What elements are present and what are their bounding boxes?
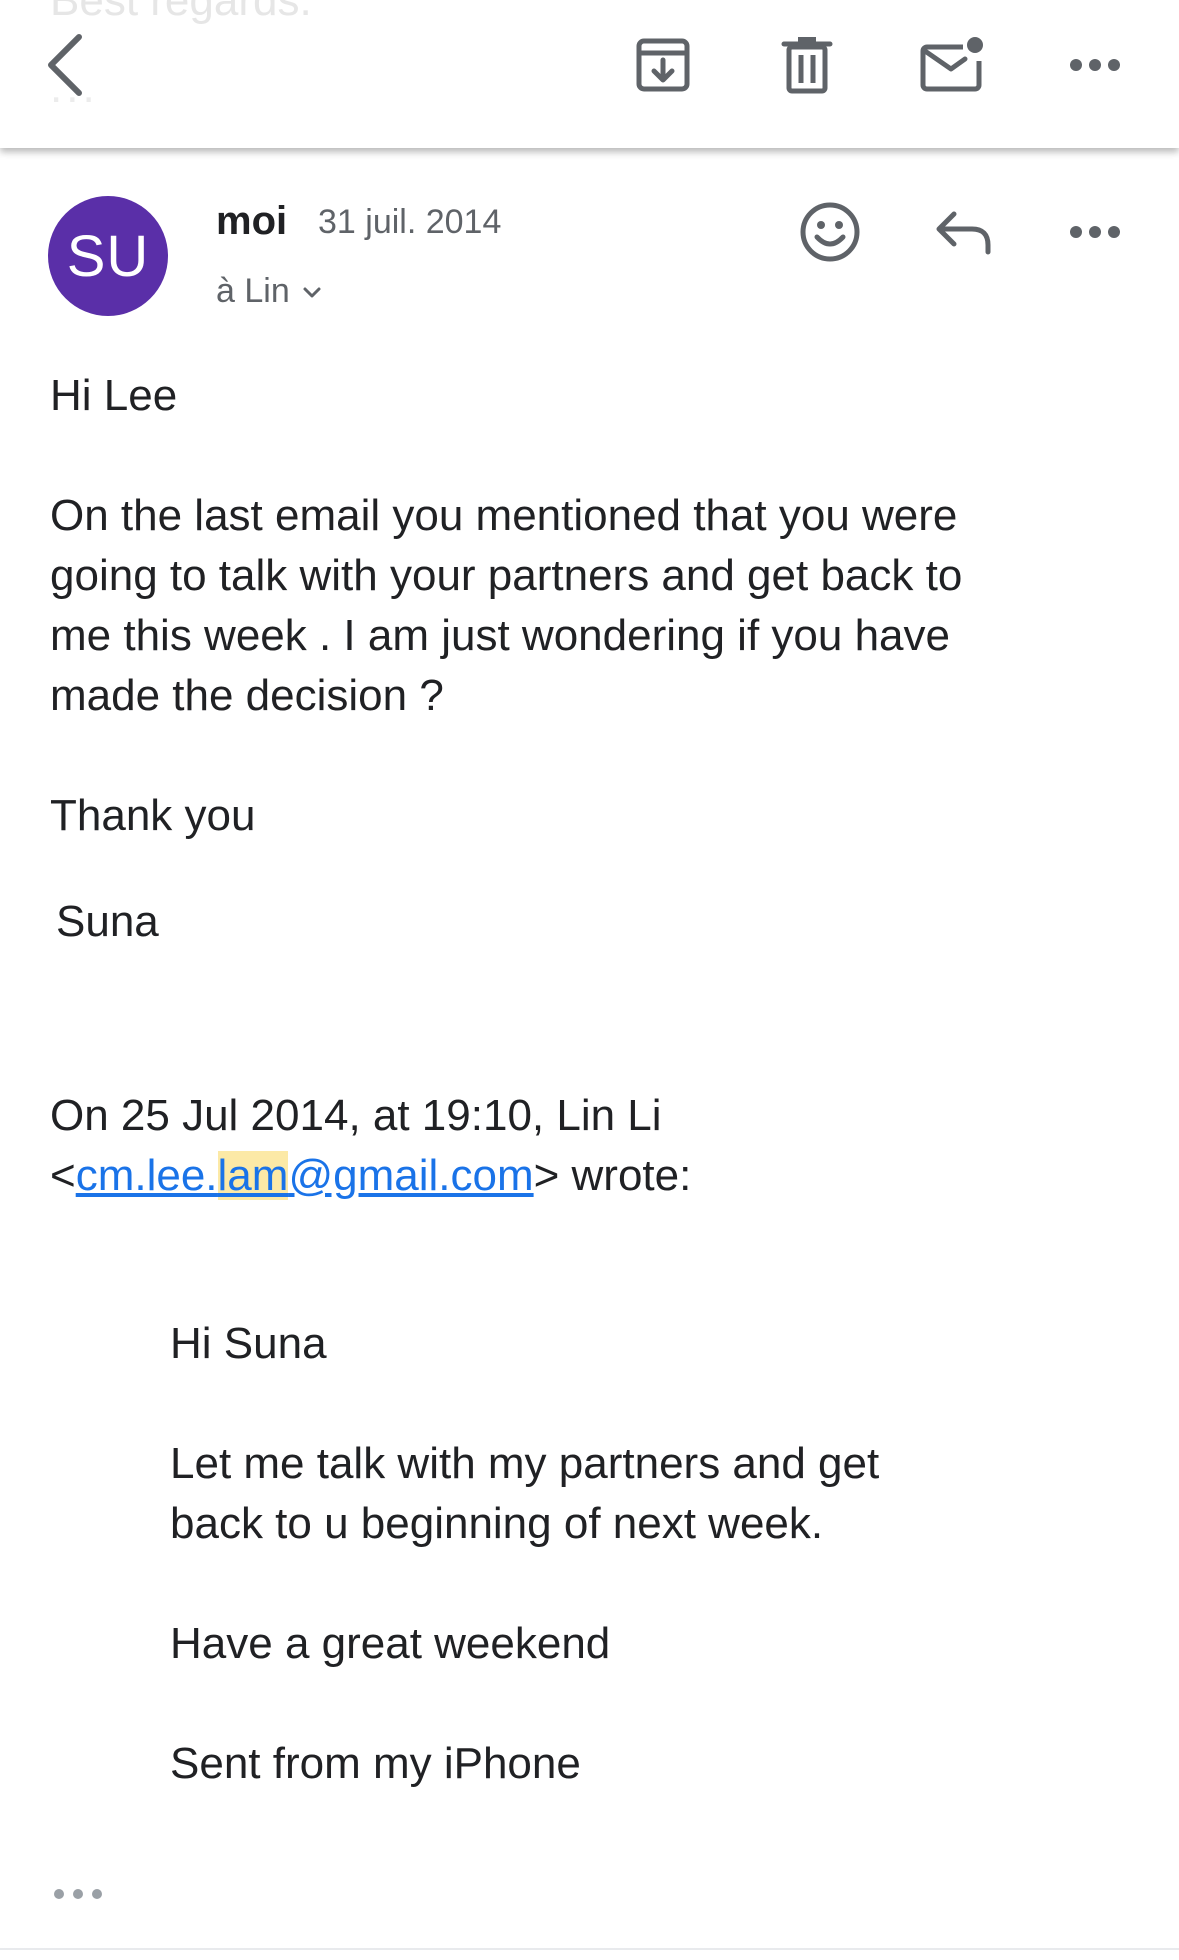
body-paragraph-line: going to talk with your partners and get… — [50, 551, 963, 600]
quote-wrote-label: > wrote: — [533, 1151, 692, 1200]
trash-icon — [781, 37, 833, 94]
quote-header: On 25 Jul 2014, at 19:10, Lin Li <cm.lee… — [50, 1086, 691, 1206]
email-part: @gmail.com — [288, 1151, 534, 1200]
back-button[interactable] — [30, 20, 100, 110]
quoted-paragraph-line: Let me talk with my partners and get — [170, 1439, 880, 1488]
show-trimmed-content-button[interactable] — [48, 1876, 108, 1912]
quoted-greeting: Hi Suna — [170, 1319, 327, 1368]
chevron-left-icon — [48, 34, 82, 96]
body-thanks: Thank you — [50, 791, 256, 840]
reply-icon — [936, 211, 991, 255]
body-paragraph-line: On the last email you mentioned that you… — [50, 491, 958, 540]
body-signature: Suna — [56, 897, 159, 946]
body-paragraph-line: made the decision ? — [50, 671, 444, 720]
quote-header-email-line: <cm.lee.lam@gmail.com> wrote: — [50, 1146, 691, 1206]
reply-button[interactable] — [922, 192, 1006, 272]
smiley-icon — [800, 202, 860, 262]
mark-unread-button[interactable] — [908, 22, 998, 108]
body-greeting: Hi Lee — [50, 371, 178, 420]
body-paragraph-line: me this week . I am just wondering if yo… — [50, 611, 950, 660]
more-horizontal-icon — [54, 1889, 102, 1899]
divider — [0, 1948, 1179, 1950]
sender-avatar[interactable]: SU — [48, 196, 168, 316]
quoted-paragraph: Let me talk with my partners and get bac… — [170, 1434, 879, 1554]
more-horizontal-icon — [1070, 59, 1120, 71]
mark-unread-icon — [920, 37, 983, 92]
delete-button[interactable] — [766, 22, 848, 108]
message-more-button[interactable] — [1054, 192, 1136, 272]
quoted-weekend: Have a great weekend — [170, 1619, 611, 1668]
email-part: cm.lee. — [75, 1151, 218, 1200]
toolbar-more-button[interactable] — [1054, 22, 1136, 108]
quote-open-bracket: < — [50, 1151, 76, 1200]
message-date: 31 juil. 2014 — [318, 203, 502, 241]
more-horizontal-icon — [1070, 226, 1120, 238]
sender-name: moi — [216, 199, 288, 243]
add-reaction-button[interactable] — [790, 192, 870, 272]
archive-icon — [636, 38, 690, 92]
quoted-paragraph-line: back to u beginning of next week. — [170, 1499, 824, 1548]
chevron-down-icon — [303, 287, 321, 298]
body-paragraph: On the last email you mentioned that you… — [50, 486, 962, 726]
recipients-toggle[interactable]: à Lin — [216, 268, 322, 314]
archive-button[interactable] — [622, 22, 704, 108]
sender-email-link[interactable]: cm.lee.lam@gmail.com — [76, 1151, 534, 1200]
top-toolbar: Best regards. ... — [0, 0, 1179, 148]
recipients-label: à Lin — [216, 271, 290, 310]
quoted-signature: Sent from my iPhone — [170, 1739, 581, 1788]
quote-header-line: On 25 Jul 2014, at 19:10, Lin Li — [50, 1091, 662, 1140]
email-highlighted-part: lam — [217, 1151, 289, 1200]
